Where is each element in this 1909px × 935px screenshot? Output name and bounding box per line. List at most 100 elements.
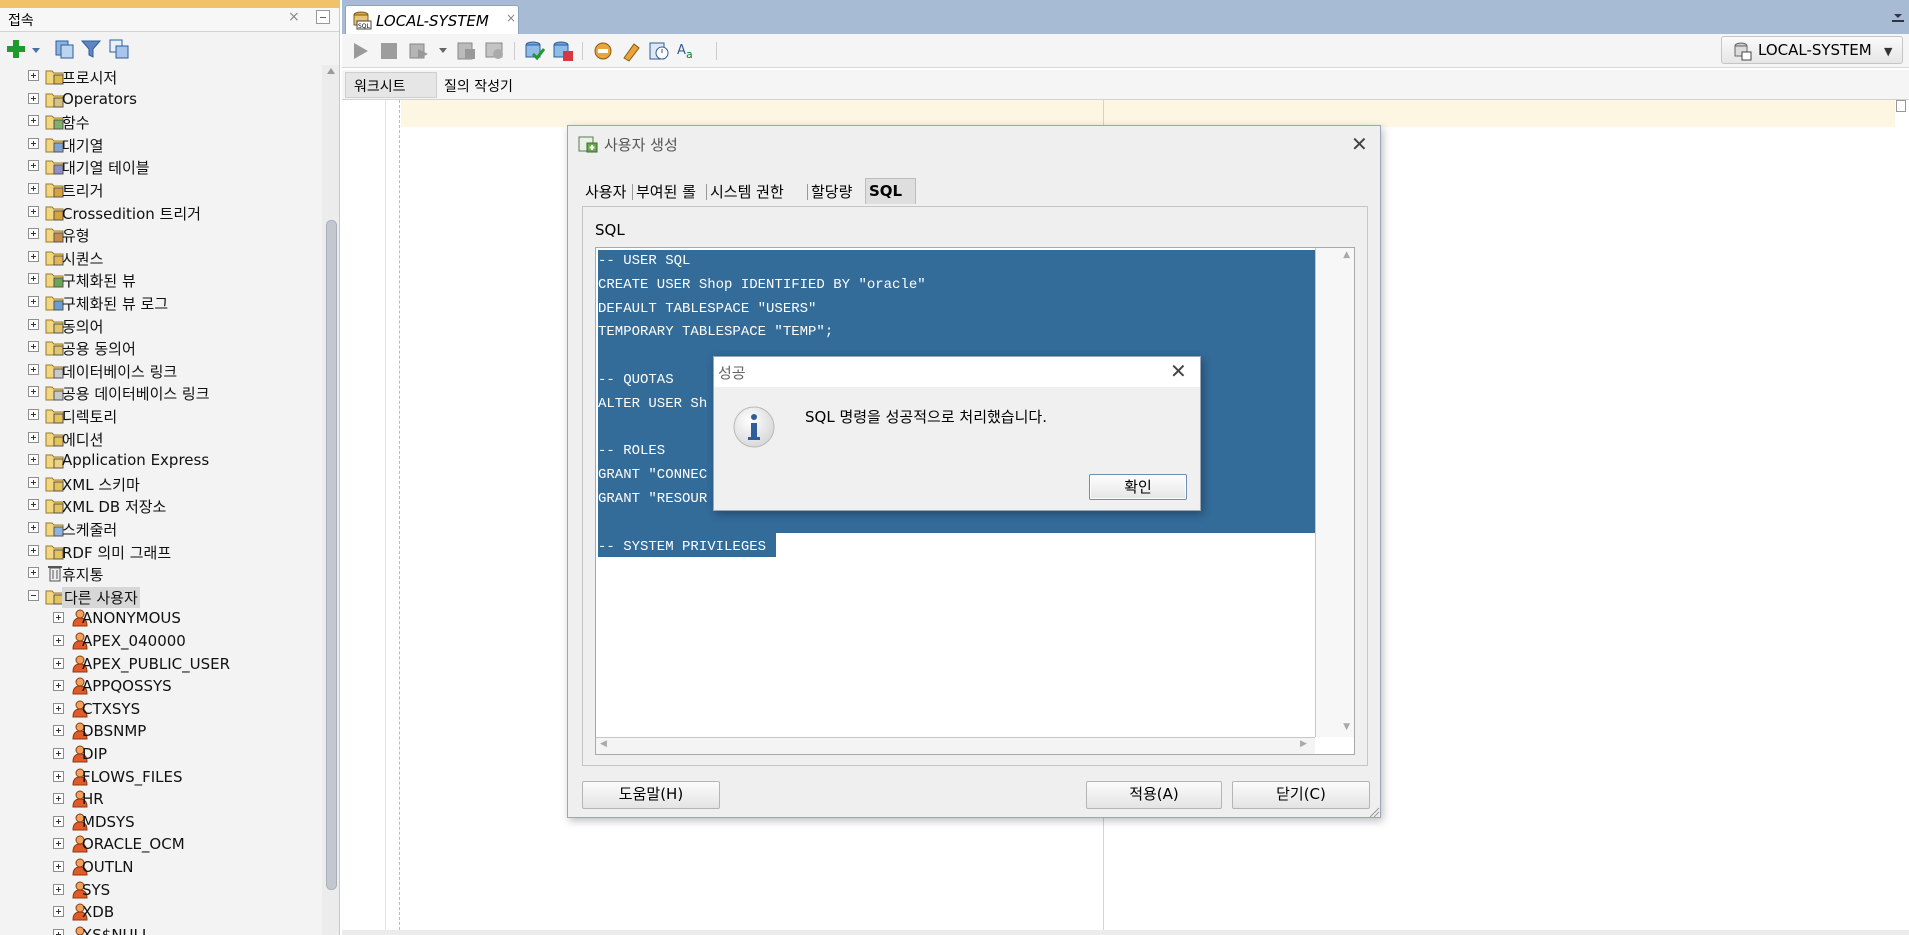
close-icon[interactable]: ✕ [1170,359,1187,383]
history-icon[interactable] [648,40,670,62]
autotrace-icon[interactable] [456,41,478,61]
tree-item-user[interactable]: MDSYS [0,811,322,833]
tree-item[interactable]: 시퀀스 [0,246,322,268]
expand-icon[interactable] [53,883,64,895]
tree-item[interactable]: 에디션 [0,427,322,449]
expand-icon[interactable] [28,70,39,81]
expand-icon[interactable] [28,115,39,127]
tree-item-user[interactable]: ANONYMOUS [0,607,322,629]
tree-item[interactable]: XML 스키마 [0,472,322,494]
expand-icon[interactable] [53,928,64,935]
scroll-up-icon[interactable] [326,67,336,75]
expand-icon[interactable] [28,92,39,104]
schema-browser-icon[interactable] [108,38,130,60]
sql-vertical-scrollbar[interactable]: ▲ ▼ [1315,248,1354,737]
tree-item[interactable]: Crossedition 트리거 [0,201,322,223]
scroll-left-icon[interactable]: ◀ [600,739,607,749]
commit-icon[interactable] [524,40,546,62]
tree-item-user[interactable]: FLOWS_FILES [0,766,322,788]
expand-icon[interactable] [28,499,39,511]
expand-icon[interactable] [53,680,64,692]
expand-icon[interactable] [53,770,64,782]
apply-button[interactable]: 적용(A) [1086,781,1222,809]
maximize-icon[interactable] [1891,8,1905,26]
tree-item[interactable]: Operators [0,88,322,110]
tree-item-user[interactable]: XDB [0,901,322,923]
tree-item-user[interactable]: CTXSYS [0,698,322,720]
tree-item[interactable]: 스케줄러 [0,517,322,539]
ok-button[interactable]: 확인 [1089,474,1187,500]
expand-icon[interactable] [28,318,39,330]
tree-item[interactable]: 대기열 [0,133,322,155]
run-statement-icon[interactable] [352,41,370,61]
expand-icon[interactable] [28,363,39,375]
expand-icon[interactable] [28,544,39,556]
expand-icon[interactable] [53,793,64,805]
expand-icon[interactable] [53,725,64,737]
tree-item-user[interactable]: DBSNMP [0,720,322,742]
expand-icon[interactable] [53,906,64,918]
scroll-down-icon[interactable]: ▼ [1343,722,1350,732]
tab-system-privileges[interactable]: 시스템 권한 [707,178,787,204]
tree-item[interactable]: 트리거 [0,178,322,200]
close-icon[interactable]: ✕ [1351,132,1368,156]
expand-icon[interactable] [53,612,64,624]
tree-item[interactable]: 공용 동의어 [0,336,322,358]
tree-item[interactable]: 유형 [0,223,322,245]
expand-icon[interactable] [53,635,64,646]
close-icon[interactable]: × [506,11,516,25]
tab-user[interactable]: 사용자 [582,178,629,204]
tree-item[interactable]: 대기열 테이블 [0,155,322,177]
run-script-icon[interactable] [408,41,430,61]
tree-item-user[interactable]: APEX_PUBLIC_USER [0,653,322,675]
expand-icon[interactable] [28,273,39,285]
expand-icon[interactable] [28,341,39,353]
expand-icon[interactable] [53,838,64,850]
collapse-icon[interactable] [28,589,39,601]
tree-item[interactable]: 다른 사용자 [0,585,322,608]
rollback-icon[interactable] [552,40,574,62]
expand-icon[interactable] [28,386,39,398]
minimize-icon[interactable] [316,10,330,24]
tab-query-builder[interactable]: 질의 작성기 [444,76,513,96]
add-connection-icon[interactable] [5,38,27,60]
tree-item[interactable]: XML DB 저장소 [0,494,322,516]
sql-tuning-icon[interactable] [592,40,614,62]
expand-icon[interactable] [28,137,39,149]
expand-icon[interactable] [28,409,39,420]
expand-icon[interactable] [28,160,39,172]
expand-icon[interactable] [28,454,39,466]
expand-icon[interactable] [28,296,39,307]
sql-horizontal-scrollbar[interactable]: ◀ ▶ [596,737,1315,754]
help-button[interactable]: 도움말(H) [582,781,720,809]
tree-item[interactable]: RDF 의미 그래프 [0,540,322,562]
expand-icon[interactable] [53,748,64,759]
tab-worksheet[interactable]: 워크시트 [345,72,437,98]
tree-item[interactable]: Application Express [0,449,322,471]
tree-item-user[interactable]: HR [0,788,322,810]
expand-icon[interactable] [28,431,39,443]
refresh-icon[interactable] [53,38,75,60]
expand-icon[interactable] [28,205,39,217]
expand-icon[interactable] [28,567,39,579]
scroll-up-icon[interactable]: ▲ [1343,250,1350,260]
tree-item[interactable]: 프로시저 [0,65,322,87]
scroll-right-icon[interactable]: ▶ [1300,739,1307,749]
tree-item-user[interactable]: APEX_040000 [0,630,322,652]
tree-item[interactable]: 구체화된 뷰 로그 [0,291,322,313]
expand-icon[interactable] [53,815,64,827]
expand-icon[interactable] [53,861,64,872]
filter-icon[interactable] [80,38,102,60]
clear-icon[interactable] [620,40,642,62]
explain-plan-icon[interactable] [484,41,506,61]
tree-item[interactable]: 공용 데이터베이스 링크 [0,381,322,403]
tab-granted-roles[interactable]: 부여된 롤 [633,178,699,204]
tree-item[interactable]: 동의어 [0,314,322,336]
tree-item-user[interactable]: XS$NULL [0,924,322,935]
expand-icon[interactable] [53,702,64,714]
tree-item-user[interactable]: ORACLE_OCM [0,833,322,855]
dropdown-arrow-icon[interactable] [30,38,42,60]
tree-scrollbar-thumb[interactable] [326,220,337,890]
expand-icon[interactable] [28,250,39,262]
tree-item[interactable]: 디렉토리 [0,404,322,426]
